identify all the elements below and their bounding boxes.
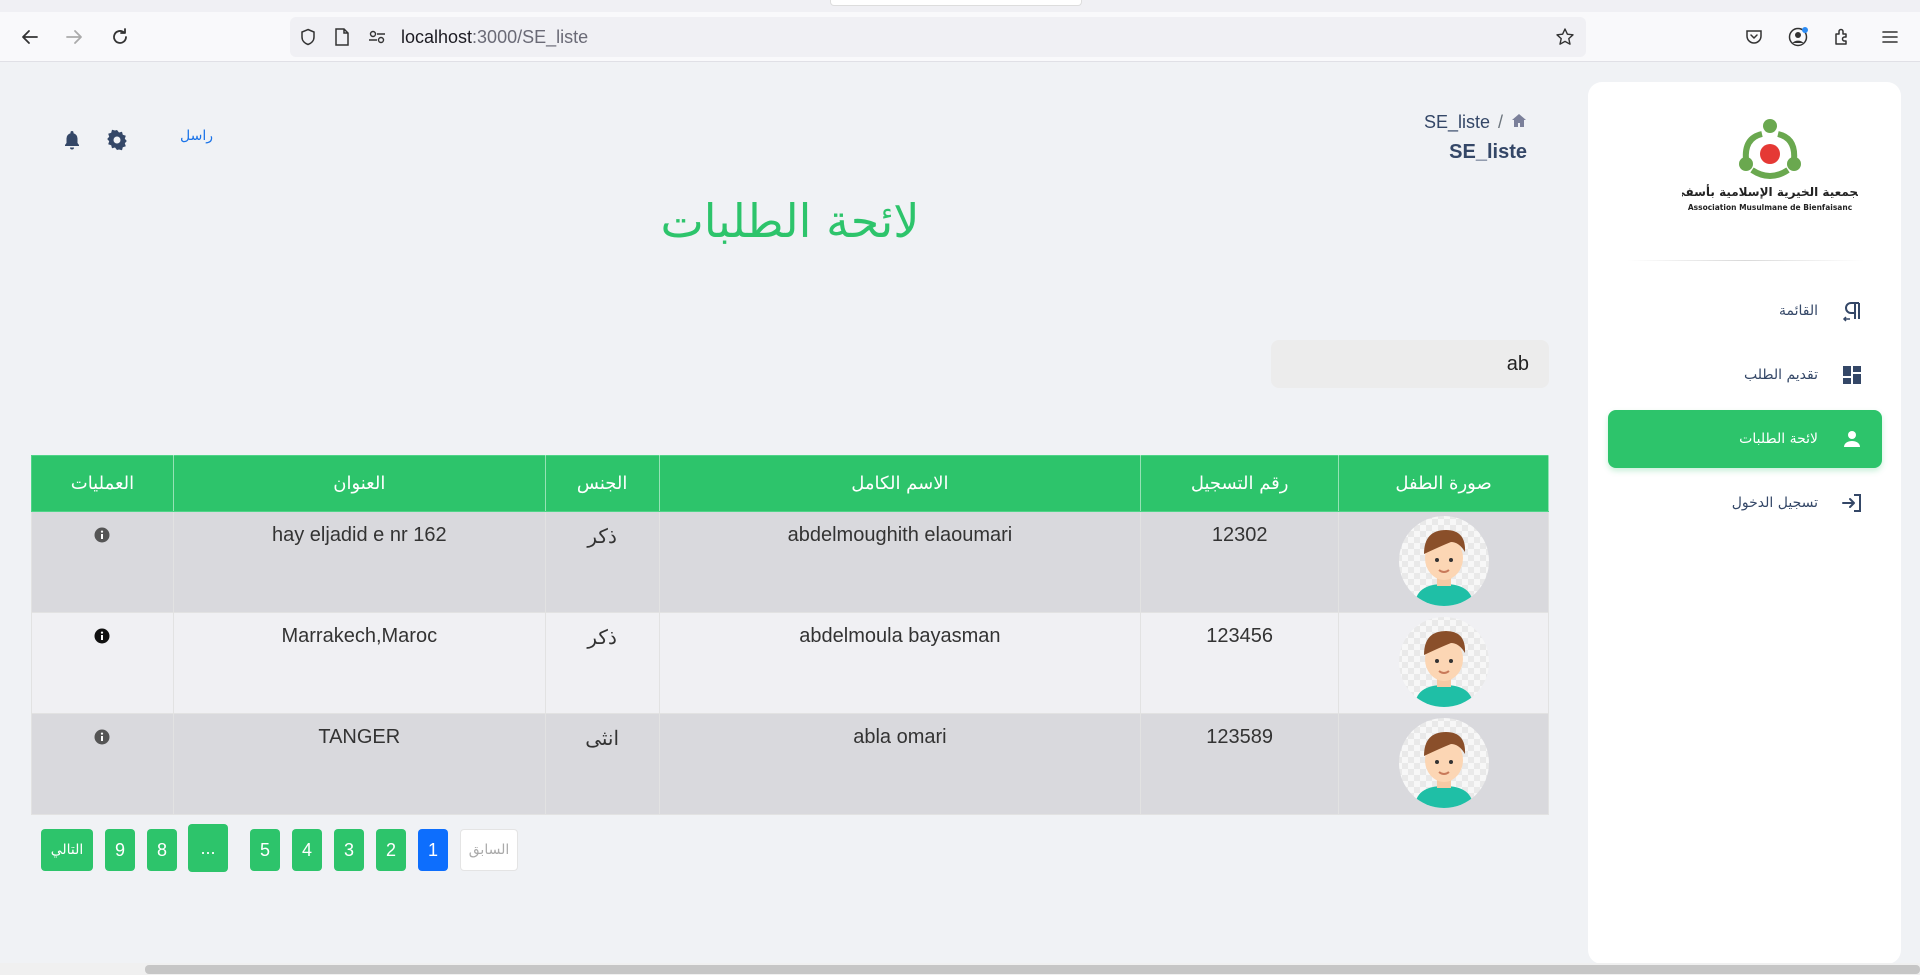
sidebar-item-submit-request[interactable]: تقديم الطلب [1608,346,1882,404]
cell-actions [31,713,174,815]
person-icon [1840,427,1864,451]
cell-address: hay eljadid e nr 162 [172,511,546,613]
cell-gender: انثى [544,713,660,815]
page-button-3[interactable]: 3 [334,829,364,871]
sidebar-item-label: تسجيل الدخول [1731,495,1818,511]
cell-registration-number: 123456 [1140,612,1340,714]
sidebar-item-label: القائمة [1779,303,1818,319]
cell-address: Marrakech,Maroc [172,612,546,714]
association-logo[interactable]: الجمعية الخيرية الإسلامية بأسفي Associat… [1673,114,1867,222]
address-bar[interactable]: localhost:3000/SE_liste [290,17,1586,57]
next-page-button[interactable]: التالي [41,829,93,871]
sidebar: الجمعية الخيرية الإسلامية بأسفي Associat… [1588,82,1901,964]
cell-full-name: abdelmoughith elaoumari [658,511,1142,613]
header-actions: العمليات [31,455,174,512]
cell-registration-number: 123589 [1140,713,1340,815]
extensions-icon[interactable] [1826,21,1858,53]
sidebar-item-label: لائحة الطلبات [1739,431,1818,447]
info-icon[interactable] [93,526,111,544]
header-gender: الجنس [544,455,660,512]
dashboard-icon [1840,363,1864,387]
page-button-1[interactable]: 1 [418,829,448,871]
page-icon[interactable] [331,26,353,48]
shield-icon[interactable] [297,26,319,48]
reload-icon[interactable] [104,21,136,53]
page-button-9[interactable]: 9 [105,829,135,871]
home-icon[interactable] [1511,112,1527,133]
breadcrumb-separator: / [1497,112,1503,132]
breadcrumb: SE_liste / [1424,112,1527,133]
page-ellipsis-button[interactable]: ... [188,824,228,872]
back-icon[interactable] [14,21,46,53]
child-avatar [1398,617,1489,707]
cell-gender: ذكر [544,511,660,613]
previous-page-button[interactable]: السابق [460,829,518,871]
send-link[interactable]: راسل [180,128,213,144]
sidebar-item-menu[interactable]: القائمة [1608,282,1882,340]
cell-full-name: abla omari [658,713,1142,815]
header-address: العنوان [172,455,546,512]
cell-gender: ذكر [544,612,660,714]
table-row: hay eljadid e nr 162 ذكر abdelmoughith e… [31,511,1549,613]
breadcrumb-current: SE_liste [1423,112,1490,132]
table-row: Marrakech,Maroc ذكر abdelmoula bayasman … [31,612,1549,714]
cell-registration-number: 12302 [1140,511,1340,613]
page-button-4[interactable]: 4 [292,829,322,871]
info-icon[interactable] [93,627,111,645]
cell-photo [1338,612,1549,714]
sidebar-divider [1626,260,1864,261]
sidebar-item-requests-list[interactable]: لائحة الطلبات [1608,410,1882,468]
cell-photo [1338,511,1549,613]
page-button-8[interactable]: 8 [147,829,177,871]
page-button-5[interactable]: 5 [250,829,280,871]
table-row: TANGER انثى abla omari 123589 [31,713,1549,815]
settings-gear-icon[interactable] [105,128,129,152]
sidebar-item-login[interactable]: تسجيل الدخول [1608,474,1882,532]
browser-toolbar: localhost:3000/SE_liste [0,12,1920,62]
page-header-title: SE_liste [1449,141,1527,163]
permissions-icon[interactable] [366,26,388,48]
pilcrow-icon [1840,299,1864,323]
cell-full-name: abdelmoula bayasman [658,612,1142,714]
menu-icon[interactable] [1874,21,1906,53]
browser-tab[interactable] [830,0,1082,6]
child-avatar [1398,718,1489,808]
pocket-icon[interactable] [1738,21,1770,53]
table-header-row: العمليات العنوان الجنس الاسم الكامل رقم … [31,455,1549,512]
sidebar-item-label: تقديم الطلب [1743,367,1818,383]
scrollbar-thumb[interactable] [145,965,1920,974]
cell-address: TANGER [172,713,546,815]
bookmark-star-icon[interactable] [1554,26,1576,48]
child-avatar [1398,516,1489,606]
horizontal-scrollbar[interactable] [0,963,1920,975]
page-title: لائحة الطلبات [660,194,920,248]
header-registration-number: رقم التسجيل [1140,455,1340,512]
logo-text-fr: Association Musulmane de Bienfaisanc [1688,203,1852,212]
account-icon[interactable] [1782,21,1814,53]
requests-table: العمليات العنوان الجنس الاسم الكامل رقم … [31,455,1549,815]
cell-actions [31,511,174,613]
browser-tabstrip [0,0,1920,12]
bell-icon[interactable] [60,128,84,152]
forward-icon[interactable] [58,21,90,53]
logo-text-ar: الجمعية الخيرية الإسلامية بأسفي [1682,184,1858,199]
login-icon [1840,491,1864,515]
cell-actions [31,612,174,714]
search-input[interactable] [1271,340,1549,388]
header-full-name: الاسم الكامل [658,455,1142,512]
page-button-2[interactable]: 2 [376,829,406,871]
info-icon[interactable] [93,728,111,746]
url-text[interactable]: localhost:3000/SE_liste [401,26,588,48]
cell-photo [1338,713,1549,815]
header-child-photo: صورة الطفل [1338,455,1549,512]
